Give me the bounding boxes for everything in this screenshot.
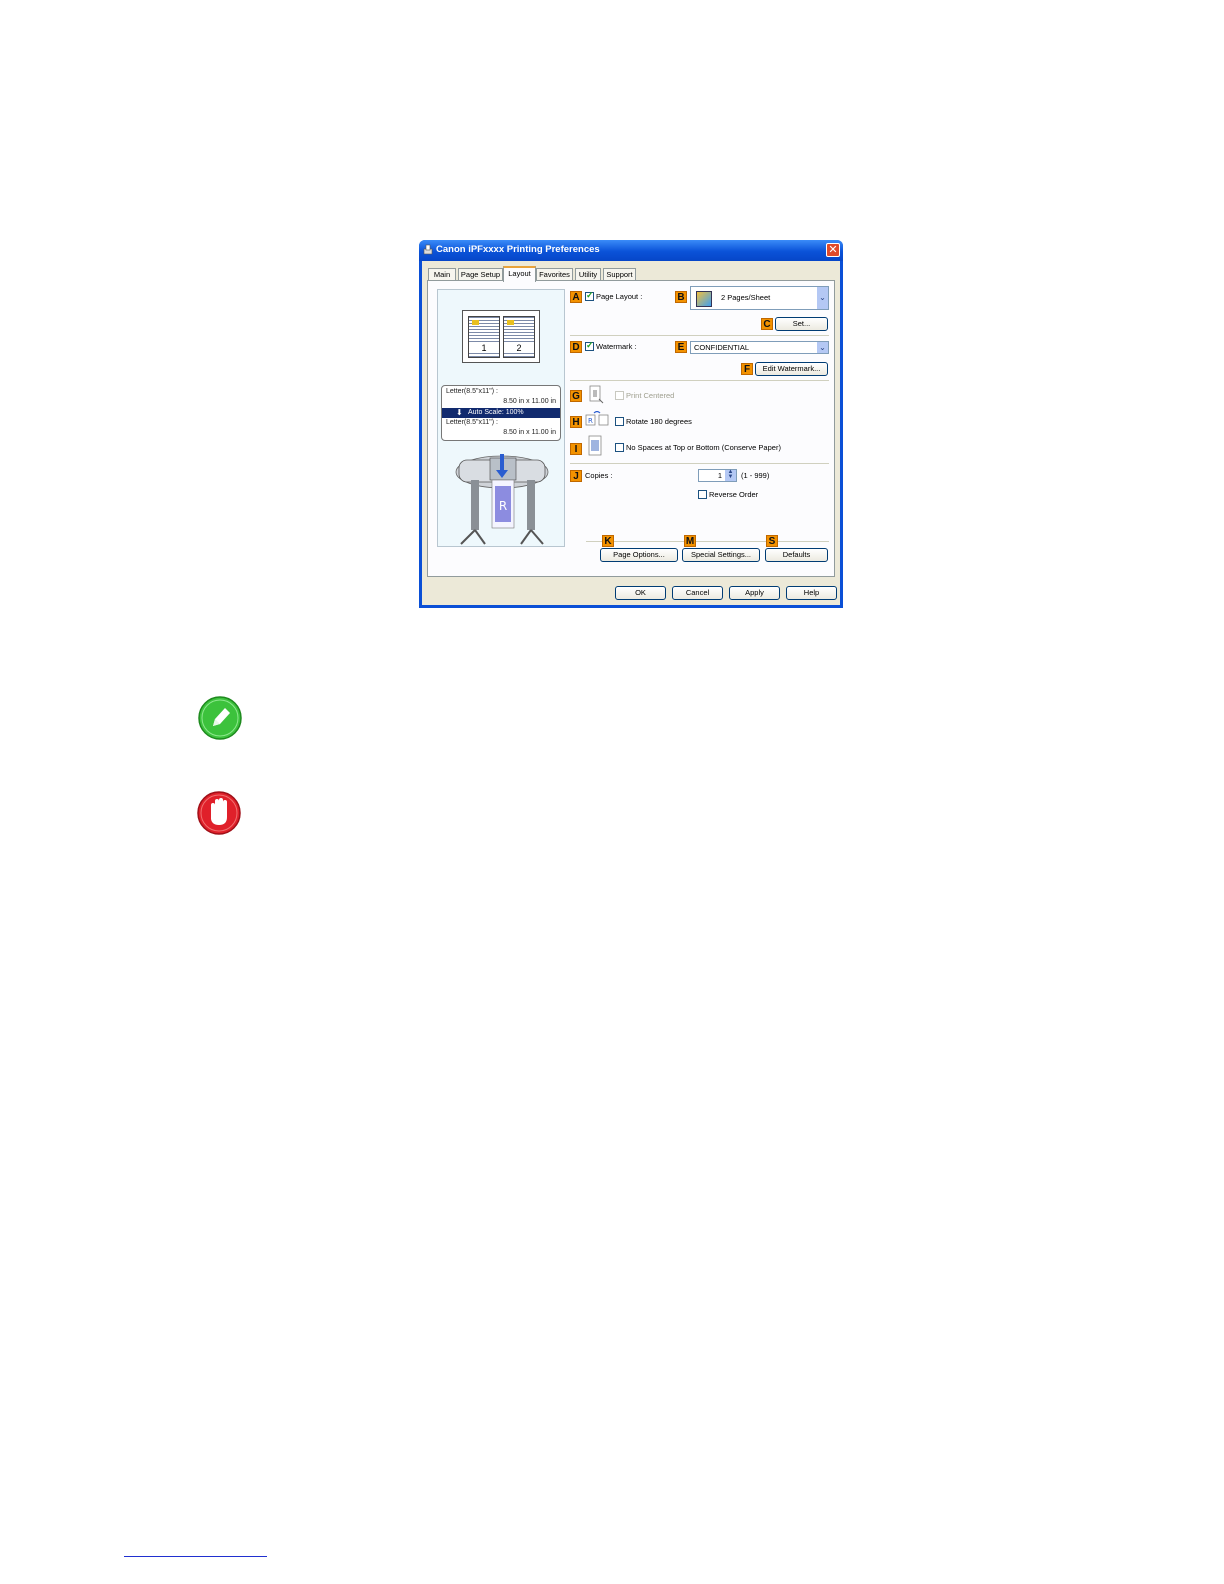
page-layout-label: Page Layout : — [596, 292, 643, 301]
callout-badge-e: E — [675, 341, 687, 353]
callout-badge-g: G — [570, 390, 582, 402]
page-layout-checkbox[interactable] — [585, 290, 594, 301]
callout-badge-c: C — [761, 318, 773, 330]
separator — [570, 335, 829, 336]
stop-hand-icon — [197, 791, 241, 835]
preview-page-2: 2 — [503, 316, 535, 358]
copies-value: 1 — [717, 471, 722, 480]
scale-highlight-row: ⬇ Auto Scale: 100% — [442, 408, 560, 418]
conserve-paper-icon — [588, 435, 602, 456]
callout-badge-b: B — [675, 291, 687, 303]
separator — [586, 541, 829, 542]
page-options-button[interactable]: Page Options... — [600, 548, 678, 562]
output-paper-size: 8.50 in x 11.00 in — [503, 429, 556, 436]
callout-badge-h: H — [570, 416, 582, 428]
rotate-180-icon: R — [585, 411, 609, 426]
callout-badge-s: S — [766, 535, 778, 547]
source-paper-label: Letter(8.5"x11") : — [446, 388, 498, 395]
apply-button[interactable]: Apply — [729, 586, 780, 600]
preview-pane: 1 2 Letter(8.5"x11") : 8.50 in x 11.00 i… — [437, 289, 565, 547]
print-centered-checkbox[interactable] — [615, 391, 624, 400]
plotter-printer-illustration: R — [455, 454, 549, 545]
chevron-down-icon[interactable]: ⌄ — [817, 342, 828, 353]
svg-text:R: R — [499, 499, 507, 513]
cancel-button[interactable]: Cancel — [672, 586, 723, 600]
callout-badge-i: I — [570, 443, 582, 455]
preview-page-1: 1 — [468, 316, 500, 358]
page-marker-icon — [472, 320, 479, 325]
close-button[interactable]: ✕ — [826, 243, 840, 257]
rotate-180-label: Rotate 180 degrees — [626, 417, 692, 426]
copies-label: Copies : — [585, 471, 613, 480]
ok-button[interactable]: OK — [615, 586, 666, 600]
edit-watermark-button[interactable]: Edit Watermark... — [755, 362, 828, 376]
page-marker-icon — [507, 320, 514, 325]
callout-badge-m: M — [684, 535, 696, 547]
title-bar[interactable]: Canon iPFxxxx Printing Preferences ✕ — [419, 240, 843, 261]
watermark-checkbox[interactable] — [585, 340, 594, 351]
separator — [570, 463, 829, 464]
help-button[interactable]: Help — [786, 586, 837, 600]
copies-spinner[interactable]: 1 ▲ ▼ — [698, 469, 737, 482]
layout-preview-sheet: 1 2 — [462, 310, 540, 363]
reverse-order-label: Reverse Order — [709, 490, 759, 499]
separator — [570, 380, 829, 381]
reverse-order-checkbox[interactable] — [698, 490, 707, 499]
spinner-arrows-icon[interactable]: ▲ ▼ — [725, 469, 736, 481]
dialog-client-area: Main Page Setup Layout Favorites Utility… — [422, 261, 840, 605]
rotate-180-checkbox[interactable] — [615, 417, 624, 426]
watermark-value: CONFIDENTIAL — [694, 343, 750, 352]
special-settings-button[interactable]: Special Settings... — [682, 548, 760, 562]
output-paper-label: Letter(8.5"x11") : — [446, 419, 498, 426]
defaults-button[interactable]: Defaults — [765, 548, 828, 562]
page-layout-select[interactable]: 2 Pages/Sheet ⌄ — [690, 286, 829, 310]
no-spaces-checkbox[interactable] — [615, 443, 624, 452]
source-paper-size: 8.50 in x 11.00 in — [503, 398, 556, 405]
page-layout-value: 2 Pages/Sheet — [721, 293, 771, 302]
watermark-select[interactable]: CONFIDENTIAL ⌄ — [690, 341, 829, 354]
watermark-label: Watermark : — [596, 342, 637, 351]
callout-badge-a: A — [570, 291, 582, 303]
printer-app-icon — [423, 244, 433, 255]
printing-preferences-dialog: Canon iPFxxxx Printing Preferences ✕ Mai… — [419, 240, 843, 608]
chevron-down-icon[interactable]: ⌄ — [817, 287, 828, 309]
callout-badge-f: F — [741, 363, 753, 375]
callout-badge-k: K — [602, 535, 614, 547]
no-spaces-label: No Spaces at Top or Bottom (Conserve Pap… — [626, 443, 781, 452]
page-number: 2 — [504, 343, 534, 353]
paper-size-info: Letter(8.5"x11") : 8.50 in x 11.00 in ⬇ … — [441, 385, 561, 441]
copies-range: (1 - 999) — [741, 471, 770, 480]
print-centered-icon — [589, 385, 604, 404]
pencil-note-icon — [198, 696, 242, 740]
print-centered-label: Print Centered — [626, 391, 675, 400]
tab-layout[interactable]: Layout — [503, 266, 536, 282]
set-button[interactable]: Set... — [775, 317, 828, 331]
scale-value: Auto Scale: 100% — [468, 409, 524, 416]
svg-text:R: R — [588, 417, 593, 425]
pages-per-sheet-icon — [696, 291, 712, 307]
callout-badge-d: D — [570, 341, 582, 353]
dialog-title: Canon iPFxxxx Printing Preferences — [436, 244, 600, 255]
down-arrow-icon: ⬇ — [456, 408, 463, 417]
callout-badge-j: J — [570, 470, 582, 482]
footer-link-underline — [124, 1556, 267, 1557]
page-number: 1 — [469, 343, 499, 353]
layout-tab-panel: 1 2 Letter(8.5"x11") : 8.50 in x 11.00 i… — [427, 280, 835, 577]
